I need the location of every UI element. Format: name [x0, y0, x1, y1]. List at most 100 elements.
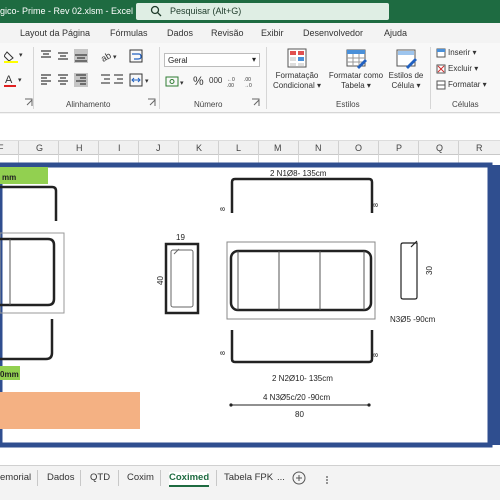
column-header-l[interactable]: L: [236, 143, 241, 153]
delete-icon: [436, 64, 446, 74]
column-header-g[interactable]: G: [36, 143, 43, 153]
ribbon-separator: [33, 47, 34, 109]
excel-window: gico- Prime - Rev 02.xlsm - Excel Pesqui…: [0, 0, 500, 500]
column-header-p[interactable]: P: [396, 143, 402, 153]
conditional-formatting-icon: [287, 48, 307, 68]
document-title: gico- Prime - Rev 02.xlsm - Excel: [0, 6, 134, 16]
svg-text:▾: ▾: [145, 78, 149, 85]
number-dialog-launcher-icon[interactable]: [251, 98, 261, 108]
svg-text:→0: →0: [244, 83, 252, 89]
number-format-dropdown[interactable]: Geral ▾: [164, 53, 260, 67]
svg-text:▾: ▾: [113, 54, 117, 61]
chevron-down-icon: ▾: [251, 55, 256, 64]
format-as-table-button[interactable]: Formatar como Tabela ▾: [326, 47, 386, 91]
cell-styles-label-1: Estilos de: [388, 71, 424, 80]
format-as-table-label-1: Formatar como: [328, 71, 384, 80]
currency-icon[interactable]: ▾: [165, 75, 187, 89]
column-header-m[interactable]: M: [274, 143, 282, 153]
column-header-i[interactable]: I: [118, 143, 121, 153]
insert-icon: [436, 48, 446, 58]
horizontal-align-icons[interactable]: [40, 73, 88, 87]
worksheet[interactable]: mm 0mm 19 40 2 N1Ø8- 135cm 8 8 8 8 2 N2Ø…: [0, 155, 500, 465]
merge-center-icon[interactable]: ▾: [129, 73, 153, 87]
format-button[interactable]: Formatar ▾: [436, 80, 487, 90]
sheet-tab-coxim[interactable]: Coxim: [127, 472, 154, 483]
search-icon: [150, 5, 162, 17]
delete-label: Excluir: [448, 64, 473, 74]
delete-button[interactable]: Excluir ▾: [436, 64, 478, 74]
section-height-label: 40: [156, 276, 165, 285]
column-header-j[interactable]: J: [156, 143, 161, 153]
percent-button[interactable]: %: [193, 74, 204, 88]
decimal-places-icons[interactable]: ←0.00 .00→0: [227, 75, 259, 89]
vertical-align-icons[interactable]: [40, 49, 88, 63]
column-header-q[interactable]: Q: [436, 143, 443, 153]
column-header-r[interactable]: R: [476, 143, 483, 153]
column-headers: F G H I J K L M N O P Q R: [0, 141, 500, 155]
bottom-left-hook-label: 8: [220, 351, 227, 355]
tab-review[interactable]: Revisão: [211, 28, 244, 38]
sheet-tab-qtd[interactable]: QTD: [90, 472, 110, 483]
ribbon-tabs: Layout da Página Fórmulas Dados Revisão …: [0, 23, 500, 43]
top-left-hook-label: 8: [220, 207, 227, 211]
format-as-table-icon: [346, 49, 367, 69]
group-label-number: Número: [194, 100, 223, 109]
conditional-formatting-label-1: Formatação: [275, 71, 319, 80]
stirrup-detail-label: N3Ø5 -90cm: [390, 315, 436, 324]
fill-color-icon[interactable]: ▾: [4, 49, 26, 63]
top-right-hook-label: 8: [373, 203, 380, 207]
bottom-right-hook-label: 8: [373, 353, 380, 357]
wrap-text-icon[interactable]: [129, 49, 143, 63]
tab-view[interactable]: Exibir: [261, 28, 284, 38]
orientation-icon[interactable]: ab ▾: [100, 49, 120, 63]
salmon-cell-block: [0, 392, 140, 429]
insert-button[interactable]: Inserir ▾: [436, 48, 476, 58]
thousands-separator-button[interactable]: 000: [209, 76, 222, 85]
rebar-drawing: mm 0mm 19 40 2 N1Ø8- 135cm 8 8 8 8 2 N2Ø…: [0, 162, 500, 448]
font-color-icon[interactable]: A ▾: [4, 73, 26, 87]
section-width-label: 19: [176, 233, 185, 242]
cell-styles-button[interactable]: Estilos de Célula ▾: [386, 47, 426, 91]
sheet-tabs: emorial Dados QTD Coxim Coximed Tabela F…: [0, 465, 500, 500]
format-label: Formatar: [448, 80, 481, 90]
column-header-k[interactable]: K: [196, 143, 202, 153]
tab-data[interactable]: Dados: [167, 28, 193, 38]
column-header-n[interactable]: N: [315, 143, 322, 153]
format-as-table-label-2: Tabela: [341, 81, 365, 90]
svg-text:▾: ▾: [180, 80, 184, 87]
more-tabs-button[interactable]: ...: [277, 472, 285, 483]
svg-text:A: A: [5, 74, 13, 86]
add-sheet-icon[interactable]: [292, 471, 306, 485]
column-header-o[interactable]: O: [355, 143, 362, 153]
bottom-bar-label: 2 N2Ø10- 135cm: [272, 374, 333, 383]
left-tag-bottom-text: 0mm: [0, 370, 19, 379]
svg-text:▾: ▾: [18, 77, 22, 84]
sheet-tab-tabela-fpk[interactable]: Tabela FPK: [224, 472, 273, 483]
sheet-tab-dados[interactable]: Dados: [47, 472, 74, 483]
title-bar: gico- Prime - Rev 02.xlsm - Excel Pesqui…: [0, 0, 500, 23]
formula-bar-area: [0, 114, 500, 141]
group-label-alignment: Alinhamento: [66, 100, 111, 109]
sheet-tab-coximed[interactable]: Coximed: [169, 472, 210, 487]
conditional-formatting-button[interactable]: Formatação Condicional ▾: [270, 47, 324, 91]
tab-developer[interactable]: Desenvolvedor: [303, 28, 363, 38]
column-header-h[interactable]: H: [76, 143, 83, 153]
conditional-formatting-label-2: Condicional: [272, 81, 315, 90]
alignment-dialog-launcher-icon[interactable]: [147, 98, 157, 108]
format-icon: [436, 80, 446, 90]
stirrup-detail-height-label: 30: [425, 266, 434, 275]
tab-split-handle-icon[interactable]: [325, 475, 329, 485]
svg-text:ab: ab: [100, 50, 113, 63]
ribbon-separator: [266, 47, 267, 109]
tab-formulas[interactable]: Fórmulas: [110, 28, 148, 38]
svg-text:▾: ▾: [19, 52, 23, 59]
search-box[interactable]: Pesquisar (Alt+G): [136, 3, 389, 20]
tab-page-layout[interactable]: Layout da Página: [20, 28, 90, 38]
sheet-tab-memorial[interactable]: emorial: [0, 472, 31, 483]
column-header-f[interactable]: F: [0, 143, 4, 153]
top-bar-label: 2 N1Ø8- 135cm: [270, 169, 327, 178]
tab-help[interactable]: Ajuda: [384, 28, 407, 38]
ribbon: ▾ A ▾ ab ▾ ▾ Alinhamento Geral ▾ ▾ % 000…: [0, 43, 500, 113]
indent-icons[interactable]: [100, 73, 124, 87]
search-placeholder: Pesquisar (Alt+G): [170, 6, 242, 16]
